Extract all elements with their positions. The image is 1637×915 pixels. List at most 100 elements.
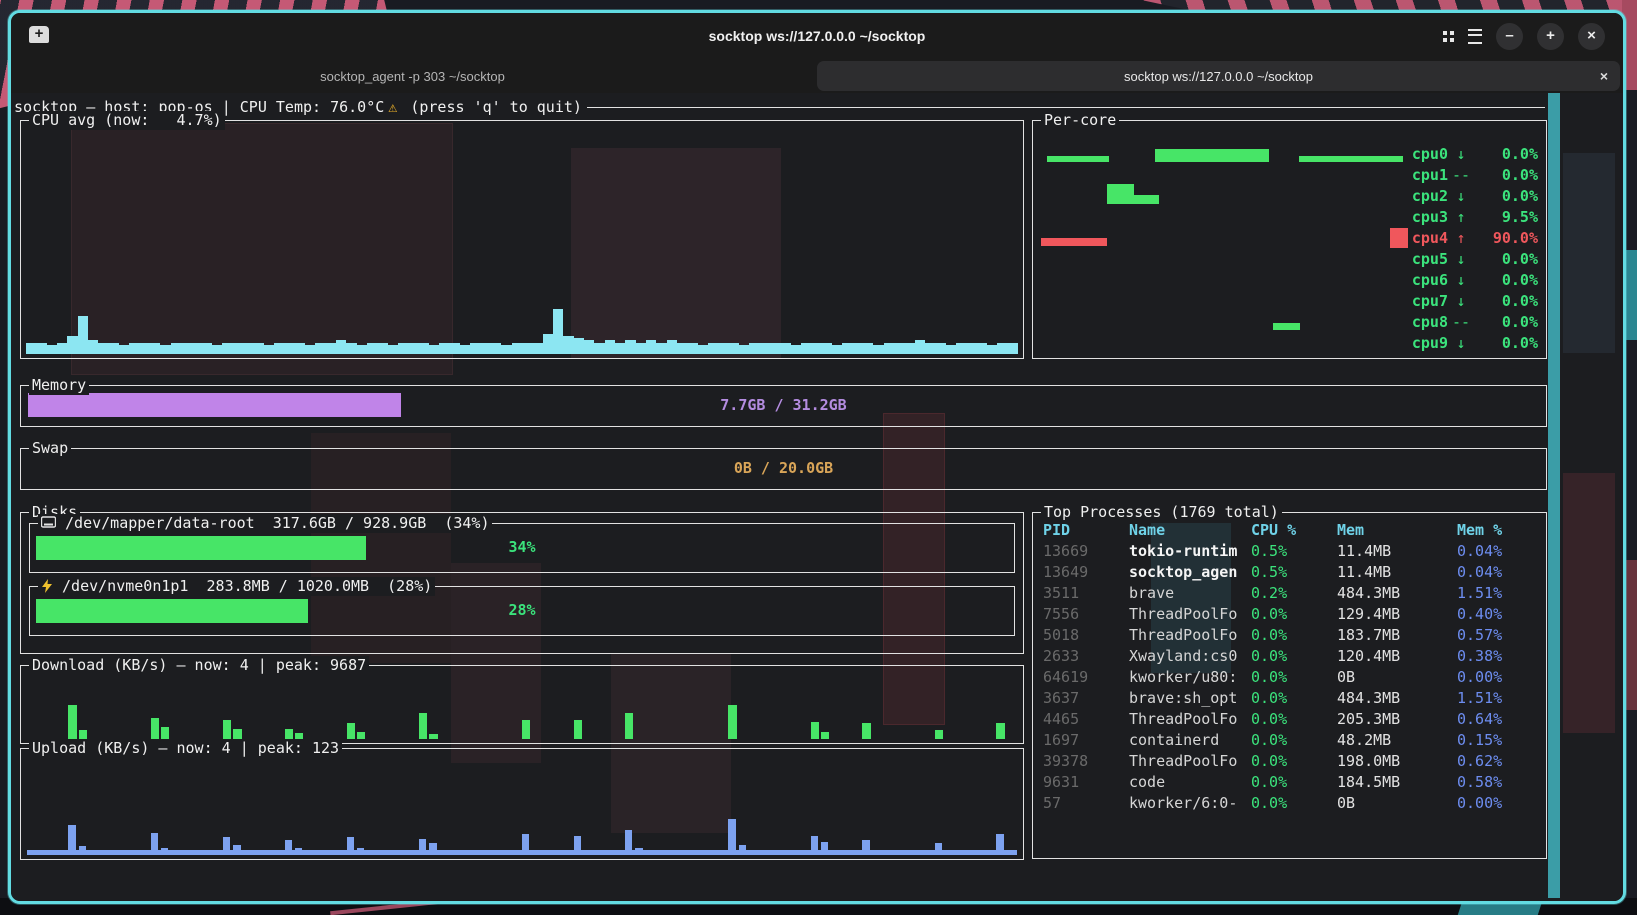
chart-bar	[553, 309, 563, 354]
tab-overview-icon[interactable]	[1443, 31, 1454, 42]
process-mem-pct: 1.51%	[1457, 584, 1537, 602]
chart-bar	[822, 343, 832, 354]
chart-bar	[997, 343, 1007, 354]
chart-bar	[884, 343, 894, 354]
per-core-spark-segment	[1273, 323, 1300, 330]
chart-bar	[656, 343, 666, 354]
chart-bar	[543, 334, 553, 354]
process-pid: 2633	[1043, 647, 1123, 665]
chart-bar	[408, 343, 418, 354]
chart-bar	[88, 340, 98, 354]
core-value: 90.0%	[1474, 229, 1538, 247]
tab-socktop-active[interactable]: socktop ws://127.0.0.0 ~/socktop ×	[817, 61, 1620, 91]
chart-bar	[842, 343, 852, 354]
chart-bar	[470, 343, 480, 354]
process-pid: 7556	[1043, 605, 1123, 623]
process-mem-pct: 0.04%	[1457, 563, 1537, 581]
disk-usage-bar	[36, 599, 308, 623]
process-row: 64619kworker/u80:0.0%0B0.00%	[1033, 668, 1546, 689]
tab-socktop-agent[interactable]: socktop_agent -p 303 ~/socktop	[11, 59, 814, 93]
chart-bar	[295, 848, 302, 855]
chart-bar	[357, 848, 364, 855]
chart-bar	[161, 727, 169, 739]
chart-bar	[346, 343, 356, 354]
chart-bar	[161, 848, 168, 855]
hot-core-block	[1390, 228, 1408, 248]
minimize-button[interactable]: –	[1496, 23, 1523, 50]
close-button[interactable]: ×	[1578, 23, 1605, 50]
memory-usage-text: 7.7GB / 31.2GB	[21, 396, 1546, 414]
disk-pct-label: 28%	[508, 601, 535, 619]
tab-close-icon[interactable]: ×	[1600, 68, 1608, 84]
process-cpu: 0.0%	[1251, 668, 1331, 686]
titlebar: + socktop ws://127.0.0.0 ~/socktop – + ×	[11, 13, 1623, 59]
process-cpu: 0.0%	[1251, 794, 1331, 812]
trend-arrow-icon: ↓	[1448, 145, 1474, 163]
chart-bar	[728, 705, 736, 739]
chart-bar	[915, 340, 925, 354]
process-cpu: 0.0%	[1251, 731, 1331, 749]
per-core-row: cpu9↓0.0%	[1412, 332, 1538, 353]
process-mem-pct: 0.04%	[1457, 542, 1537, 560]
per-core-row: cpu1--0.0%	[1412, 164, 1538, 185]
process-row: 1697containerd0.0%48.2MB0.15%	[1033, 731, 1546, 752]
process-cpu: 0.0%	[1251, 605, 1331, 623]
chart-bar	[996, 723, 1004, 739]
process-row: 5018ThreadPoolFo0.0%183.7MB0.57%	[1033, 626, 1546, 647]
core-name: cpu0	[1412, 145, 1448, 163]
chart-bar	[863, 343, 873, 354]
maximize-button[interactable]: +	[1537, 23, 1564, 50]
chart-bar	[233, 343, 243, 354]
chart-bar	[429, 734, 437, 739]
process-name: ThreadPoolFo	[1129, 752, 1247, 770]
chart-bar	[646, 340, 656, 354]
chart-bar	[718, 343, 728, 354]
per-core-row: cpu8--0.0%	[1412, 311, 1538, 332]
chart-bar	[770, 343, 780, 354]
process-name: Xwayland:cs0	[1129, 647, 1247, 665]
chart-bar	[347, 723, 355, 739]
core-value: 9.5%	[1474, 208, 1538, 226]
chart-bar	[222, 343, 232, 354]
chart-bar	[811, 836, 818, 855]
tab-label: socktop_agent -p 303 ~/socktop	[320, 69, 505, 84]
per-core-spark-segment	[1041, 238, 1107, 246]
chart-bar	[522, 343, 532, 354]
process-mem: 484.3MB	[1337, 689, 1451, 707]
process-row: 13669tokio-runtim0.5%11.4MB0.04%	[1033, 542, 1546, 563]
chart-bar	[966, 343, 976, 354]
process-name: ThreadPoolFo	[1129, 605, 1247, 623]
chart-bar	[708, 343, 718, 354]
chart-bar	[594, 343, 604, 354]
core-value: 0.0%	[1474, 250, 1538, 268]
chart-bar	[78, 316, 88, 354]
chart-bar	[233, 845, 240, 855]
process-name: socktop_agen	[1129, 563, 1247, 581]
chart-bar	[47, 345, 57, 354]
process-mem-pct: 0.57%	[1457, 626, 1537, 644]
chart-bar	[181, 343, 191, 354]
chart-bar	[450, 343, 460, 354]
memory-panel: Memory 7.7GB / 31.2GB	[20, 385, 1547, 427]
process-name: ThreadPoolFo	[1129, 710, 1247, 728]
trend-arrow-icon: ↓	[1448, 271, 1474, 289]
process-cpu: 0.0%	[1251, 647, 1331, 665]
core-value: 0.0%	[1474, 292, 1538, 310]
wallpaper-teal-strip	[1548, 93, 1560, 898]
chart-bar	[160, 345, 170, 354]
chart-bar	[36, 343, 46, 354]
core-value: 0.0%	[1474, 187, 1538, 205]
cpu-avg-title: CPU avg (now: 4.7%)	[29, 111, 225, 130]
chart-bar	[811, 343, 821, 354]
chart-bar	[68, 705, 76, 739]
download-title: Download (KB/s) — now: 4 | peak: 9687	[29, 656, 369, 675]
process-mem: 198.0MB	[1337, 752, 1451, 770]
chart-bar	[729, 343, 739, 354]
chart-bar	[429, 843, 436, 855]
menu-icon[interactable]	[1468, 29, 1482, 44]
terminal-content: socktop — host: pop-os | CPU Temp: 76.0°…	[11, 93, 1623, 901]
process-pid: 39378	[1043, 752, 1123, 770]
chart-bar	[904, 343, 914, 354]
chart-bar	[57, 343, 67, 354]
process-row: 2633Xwayland:cs00.0%120.4MB0.38%	[1033, 647, 1546, 668]
